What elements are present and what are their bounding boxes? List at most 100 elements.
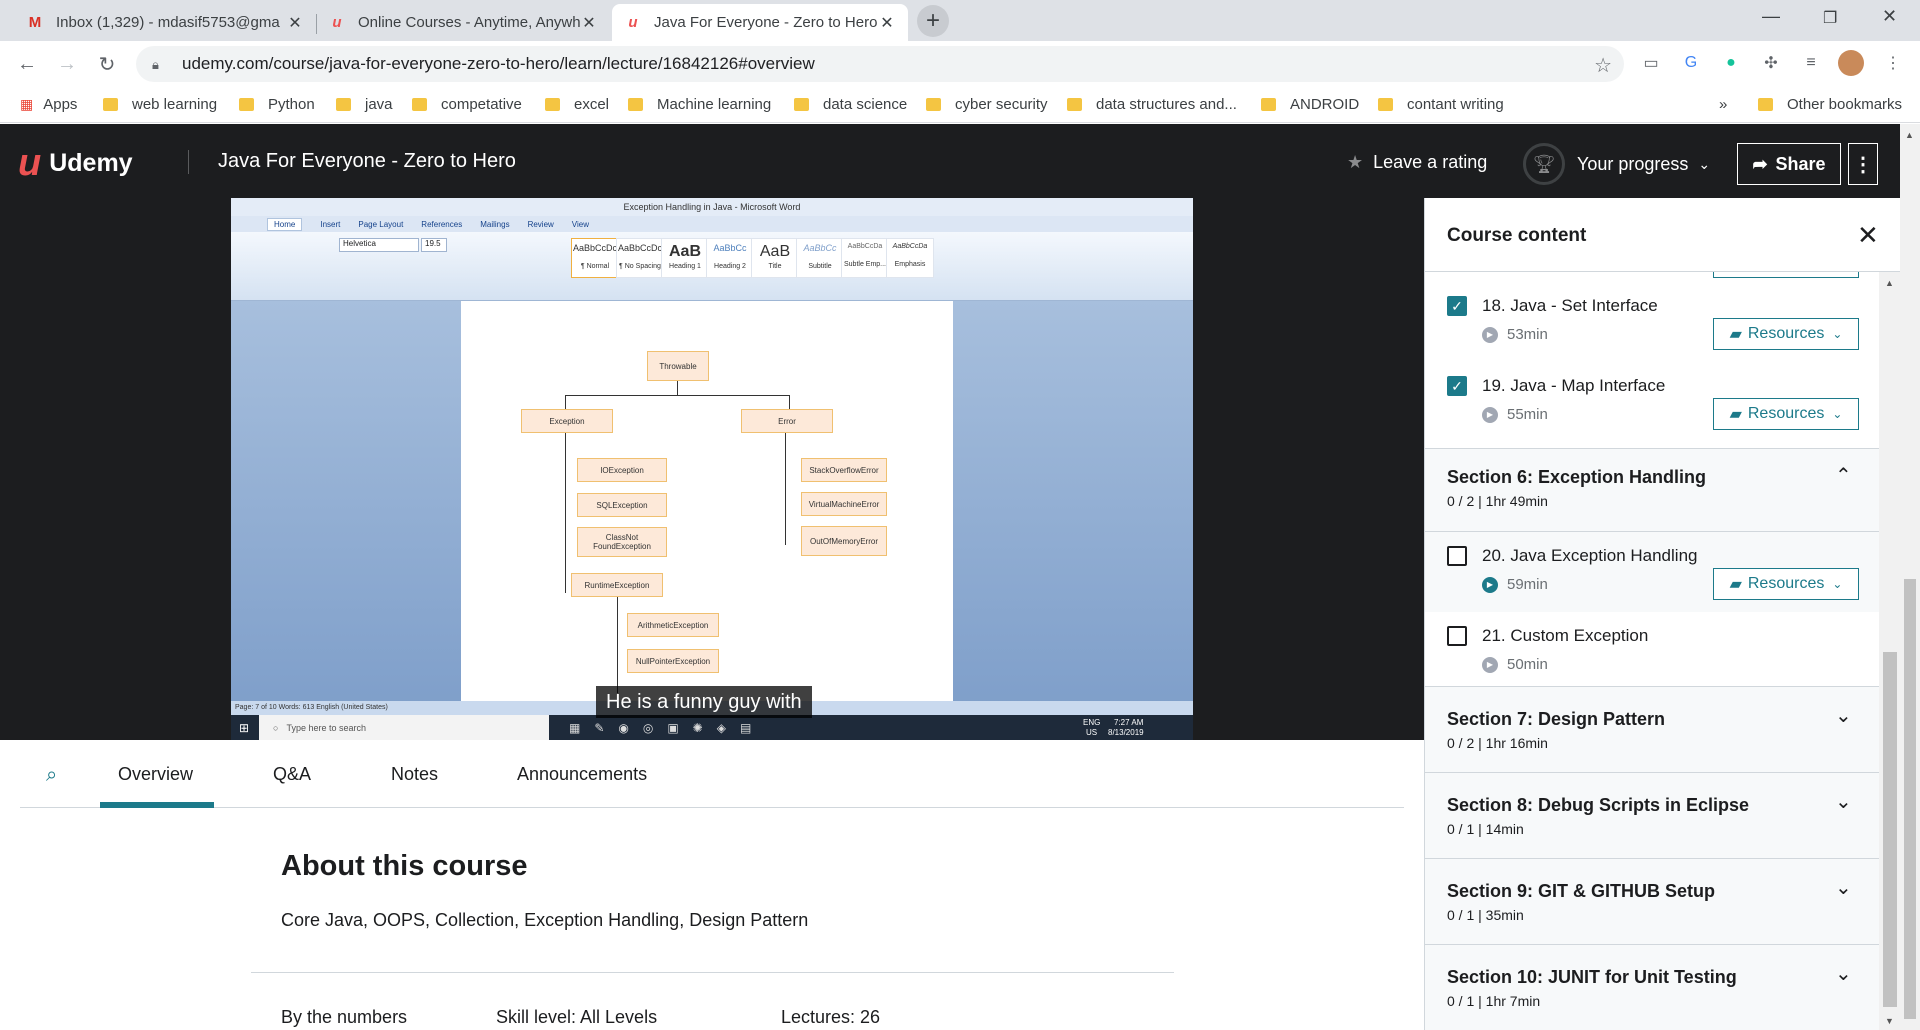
tab-announcements[interactable]: Announcements	[517, 764, 647, 785]
diagram-node: IOException	[577, 458, 667, 482]
cast-icon[interactable]: ▭	[1638, 50, 1664, 76]
minimize-icon[interactable]: —	[1762, 6, 1780, 27]
page-scrollbar[interactable]: ▲	[1900, 124, 1920, 1030]
tab-notes[interactable]: Notes	[391, 764, 438, 785]
bookmark-other[interactable]: Other bookmarks	[1758, 96, 1902, 113]
chevron-up-icon[interactable]: ⌃	[1835, 463, 1852, 488]
lecture-item[interactable]: ✓ 18. Java - Set Interface ▶ 53min ▰ Resou…	[1425, 282, 1879, 362]
folder-icon	[1067, 98, 1082, 111]
profile-avatar[interactable]	[1838, 50, 1864, 76]
about-title: About this course	[281, 850, 528, 882]
udemy-logo[interactable]: u Udemy	[18, 142, 133, 185]
chevron-down-icon[interactable]: ⌄	[1835, 961, 1852, 986]
course-title[interactable]: Java For Everyone - Zero to Hero	[218, 150, 516, 173]
complete-checkbox[interactable]: ✓	[1447, 296, 1467, 316]
bookmark-folder[interactable]: Machine learning	[628, 96, 771, 113]
lecture-item-current[interactable]: 20. Java Exception Handling ▶ 59min ▰ Reso…	[1425, 532, 1879, 612]
section-title: Section 6: Exception Handling	[1447, 467, 1707, 487]
tab-gmail[interactable]: M Inbox (1,329) - mdasif5753@gma ✕	[14, 4, 316, 41]
back-button[interactable]: ←	[12, 49, 42, 79]
complete-checkbox[interactable]: ✓	[1447, 376, 1467, 396]
new-tab-button[interactable]: +	[917, 5, 949, 37]
leave-rating-button[interactable]: ★ Leave a rating	[1347, 152, 1487, 173]
scroll-up-arrow[interactable]: ▲	[1885, 278, 1894, 288]
section-header[interactable]: Section 10: JUNIT for Unit Testing 0 / 1…	[1425, 945, 1879, 1030]
section-header[interactable]: Section 8: Debug Scripts in Eclipse 0 / …	[1425, 773, 1879, 859]
play-icon: ▶	[1482, 656, 1498, 673]
bookmark-folder[interactable]: data structures and...	[1067, 96, 1237, 113]
scrollbar-thumb[interactable]	[1904, 579, 1916, 1019]
section-header[interactable]: Section 7: Design Pattern 0 / 2 | 1hr 16…	[1425, 686, 1879, 773]
forward-button[interactable]: →	[52, 49, 82, 79]
resources-button-clipped[interactable]	[1713, 272, 1859, 278]
close-icon[interactable]: ✕	[580, 13, 598, 33]
lecture-title: 20. Java Exception Handling	[1482, 546, 1698, 565]
address-bar[interactable]: 🔒︎ udemy.com/course/java-for-everyone-ze…	[136, 46, 1624, 82]
divider	[251, 972, 1174, 973]
section-header[interactable]: Section 6: Exception Handling 0 / 2 | 1h…	[1425, 448, 1879, 532]
close-sidebar-icon[interactable]: ✕	[1857, 220, 1879, 251]
complete-checkbox[interactable]	[1447, 626, 1467, 646]
chevron-down-icon[interactable]: ⌄	[1835, 875, 1852, 900]
extensions-icon[interactable]: ✣	[1758, 50, 1784, 76]
resources-button[interactable]: ▰ Resources ⌄	[1713, 398, 1859, 430]
bookmark-apps[interactable]: ▦ Apps	[20, 96, 77, 113]
video-player[interactable]: Exception Handling in Java - Microsoft W…	[0, 198, 1424, 740]
diagram-node: VirtualMachineError	[801, 492, 887, 516]
bookmark-star-icon[interactable]: ☆	[1594, 53, 1612, 78]
tab-java-course[interactable]: u Java For Everyone - Zero to Hero ✕	[612, 4, 908, 41]
bookmark-folder[interactable]: Python	[239, 96, 315, 113]
media-control-icon[interactable]: ≡	[1798, 50, 1824, 76]
bookmark-folder[interactable]: java	[336, 96, 393, 113]
word-window-screen: Exception Handling in Java - Microsoft W…	[231, 198, 1193, 740]
translate-icon[interactable]: G	[1678, 50, 1704, 76]
tab-udemy-courses[interactable]: u Online Courses - Anytime, Anywh ✕	[316, 4, 610, 41]
bookmark-folder[interactable]: data science	[794, 96, 907, 113]
bookmark-folder[interactable]: excel	[545, 96, 609, 113]
chevron-down-icon[interactable]: ⌄	[1835, 703, 1852, 728]
bookmark-folder[interactable]: ANDROID	[1261, 96, 1359, 113]
restore-icon[interactable]: ❐	[1823, 8, 1837, 28]
resources-button[interactable]: ▰ Resources ⌄	[1713, 568, 1859, 600]
chevron-down-icon: ⌄	[1832, 327, 1843, 341]
tab-qa[interactable]: Q&A	[273, 764, 311, 785]
word-ribbon-tabs: Home Insert Page Layout References Maili…	[231, 216, 1193, 232]
section-progress: 0 / 1 | 35min	[1447, 907, 1524, 923]
close-icon[interactable]: ✕	[878, 13, 896, 33]
section-progress: 0 / 2 | 1hr 16min	[1447, 735, 1548, 751]
menu-icon[interactable]: ⋮	[1880, 50, 1906, 76]
scrollbar-thumb[interactable]	[1883, 652, 1897, 1007]
scroll-up-arrow[interactable]: ▲	[1905, 130, 1914, 140]
taskbar-search: ○ Type here to search	[259, 715, 549, 740]
bookmark-folder[interactable]: web learning	[103, 96, 217, 113]
share-button[interactable]: ➦ Share	[1737, 143, 1841, 185]
lecture-item[interactable]: 21. Custom Exception ▶ 50min	[1425, 612, 1879, 686]
folder-icon	[336, 98, 351, 111]
tab-overview[interactable]: Overview	[118, 764, 193, 785]
play-icon: ▶	[1482, 326, 1498, 343]
window-close-icon[interactable]: ✕	[1882, 6, 1897, 27]
about-description: Core Java, OOPS, Collection, Exception H…	[281, 910, 809, 930]
bookmark-folder[interactable]: contant writing	[1378, 96, 1504, 113]
close-icon[interactable]: ✕	[286, 13, 304, 33]
section-header[interactable]: Section 9: GIT & GITHUB Setup 0 / 1 | 35…	[1425, 859, 1879, 945]
bookmark-folder[interactable]: competative	[412, 96, 522, 113]
folder-icon	[103, 98, 118, 111]
scroll-down-arrow[interactable]: ▼	[1885, 1016, 1894, 1026]
chevron-down-icon[interactable]: ⌄	[1835, 789, 1852, 814]
progress-dropdown[interactable]: 🏆︎ Your progress ⌄	[1523, 143, 1710, 185]
search-icon[interactable]: ⌕	[46, 764, 57, 787]
reload-button[interactable]: ↻	[92, 49, 122, 79]
resources-button[interactable]: ▰ Resources ⌄	[1713, 318, 1859, 350]
bookmark-folder[interactable]: cyber security	[926, 96, 1048, 113]
grammarly-icon[interactable]: ●	[1718, 50, 1744, 76]
lecture-item[interactable]: ✓ 19. Java - Map Interface ▶ 55min ▰ Resou…	[1425, 362, 1879, 442]
more-options-button[interactable]: ⋮	[1848, 143, 1878, 185]
more-bookmarks-button[interactable]: »	[1719, 96, 1727, 113]
word-tab: Home	[267, 217, 303, 231]
word-tab: Mailings	[480, 219, 510, 229]
section-title: Section 7: Design Pattern	[1447, 709, 1666, 729]
chevron-down-icon: ⌄	[1832, 407, 1843, 421]
sidebar-scrollbar[interactable]: ▲ ▼	[1879, 272, 1900, 1030]
complete-checkbox[interactable]	[1447, 546, 1467, 566]
